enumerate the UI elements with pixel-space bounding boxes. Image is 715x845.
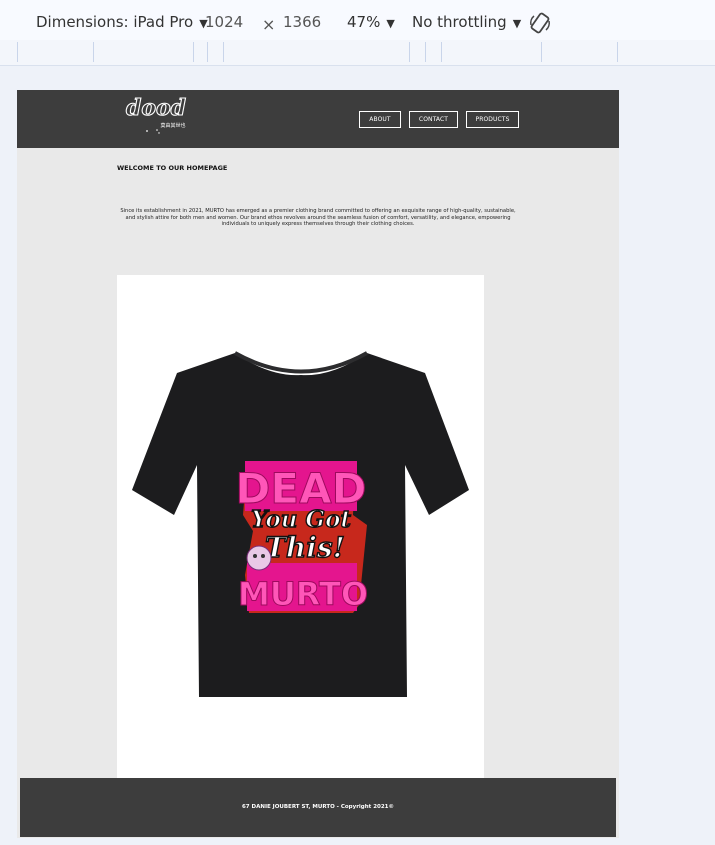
brand-logo[interactable]: dood 莫由其世也 (117, 95, 195, 139)
ruler-tick (541, 42, 542, 62)
print-this-text: This! (265, 531, 345, 564)
device-dimensions-label: Dimensions: iPad Pro (36, 13, 194, 31)
ruler-tick (93, 42, 94, 62)
ruler-tick (409, 42, 410, 62)
print-yougot-text: You Got (251, 506, 351, 533)
product-image: DEAD You Got This! MURTO (117, 275, 484, 781)
width-input[interactable]: 1024 (205, 13, 243, 31)
nav-about-button[interactable]: ABOUT (359, 111, 401, 128)
device-viewport: dood 莫由其世也 ABOUT CONTACT PRODUCTS WELCOM… (17, 90, 619, 838)
rotate-icon[interactable] (528, 11, 552, 35)
throttling-value: No throttling (412, 13, 507, 31)
intro-paragraph: Since its establishment in 2021, MURTO h… (120, 208, 516, 228)
device-dimensions-select[interactable]: Dimensions: iPad Pro ▼ (36, 13, 208, 31)
print-murto-text: MURTO (238, 575, 368, 613)
zoom-select[interactable]: 47% ▼ (347, 13, 395, 31)
ruler-tick (441, 42, 442, 62)
ruler-tick (193, 42, 194, 62)
chevron-down-icon: ▼ (512, 17, 522, 30)
ruler-tick (223, 42, 224, 62)
logo-text: dood (126, 95, 186, 121)
welcome-heading: WELCOME TO OUR HOMEPAGE (117, 164, 228, 172)
ruler-tick (425, 42, 426, 62)
ruler-tick (617, 42, 618, 62)
height-input[interactable]: 1366 (283, 13, 321, 31)
dimension-separator: × (262, 15, 276, 34)
ruler-tick (17, 42, 18, 62)
zoom-value: 47% (347, 13, 381, 31)
media-query-ruler[interactable] (0, 40, 715, 66)
footer-address: 67 DANIE JOUBERT ST, MURTO - Copyright 2… (241, 804, 395, 810)
site-footer: 67 DANIE JOUBERT ST, MURTO - Copyright 2… (20, 778, 616, 837)
tshirt-graphic: DEAD You Got This! MURTO (132, 351, 469, 697)
ruler-tick (207, 42, 208, 62)
site-header: dood 莫由其世也 ABOUT CONTACT PRODUCTS (17, 90, 619, 148)
nav-contact-button[interactable]: CONTACT (409, 111, 458, 128)
nav-products-button[interactable]: PRODUCTS (466, 111, 519, 128)
chevron-down-icon: ▼ (386, 17, 395, 30)
throttling-select[interactable]: No throttling ▼ (412, 13, 521, 31)
logo-subtext: 莫由其世也 (160, 122, 185, 129)
